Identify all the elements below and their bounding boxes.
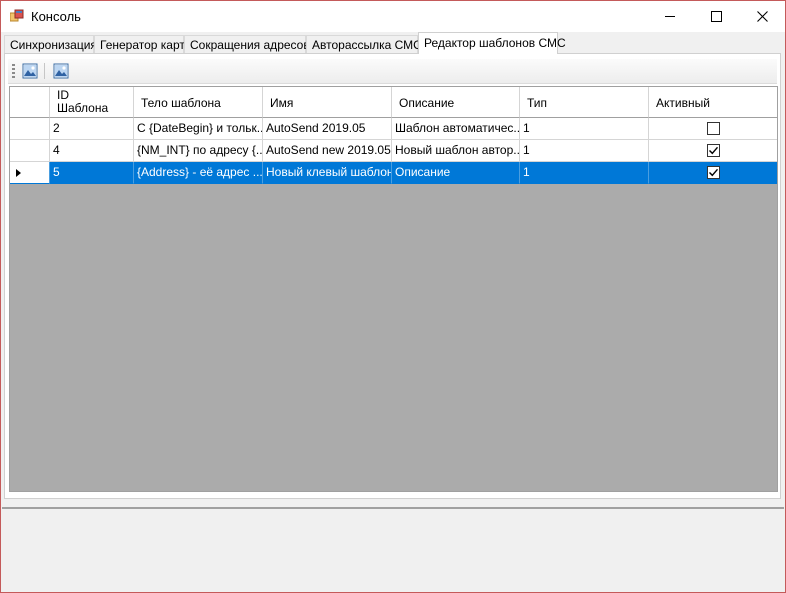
cell-name[interactable]: AutoSend 2019.05 — [263, 118, 392, 140]
cell-id[interactable]: 5 — [50, 162, 134, 184]
current-row-arrow-icon — [16, 169, 21, 177]
maximize-button[interactable] — [693, 1, 739, 32]
toolbar-button-1[interactable] — [20, 61, 40, 81]
tab-strip: Синхронизация Генератор карт Сокращения … — [1, 32, 785, 54]
tab-auto-sms[interactable]: Авторассылка СМС — [306, 35, 422, 53]
cell-active[interactable] — [649, 162, 777, 184]
cell-body[interactable]: С {DateBegin} и тольк... — [134, 118, 263, 140]
cell-description[interactable]: Шаблон автоматичес... — [392, 118, 520, 140]
table-row-selected[interactable]: 5 {Address} - её адрес ... Новый клевый … — [10, 162, 777, 184]
header-type[interactable]: Тип — [520, 87, 649, 118]
grid-header: ID Шаблона Тело шаблона Имя Описание Тип… — [10, 87, 777, 118]
cell-id[interactable]: 2 — [50, 118, 134, 140]
header-id[interactable]: ID Шаблона — [50, 87, 134, 118]
cell-body[interactable]: {NM_INT} по адресу {... — [134, 140, 263, 162]
minimize-button[interactable] — [647, 1, 693, 32]
cell-id[interactable]: 4 — [50, 140, 134, 162]
image-icon — [53, 63, 69, 79]
header-active[interactable]: Активный — [649, 87, 777, 118]
toolbar-grip[interactable] — [12, 64, 15, 78]
maximize-icon — [710, 11, 722, 22]
cell-description[interactable]: Описание — [392, 162, 520, 184]
header-id-line2: Шаблона — [57, 101, 109, 115]
cell-type[interactable]: 1 — [520, 118, 649, 140]
cell-type[interactable]: 1 — [520, 140, 649, 162]
cell-active[interactable] — [649, 118, 777, 140]
table-row[interactable]: 4 {NM_INT} по адресу {... AutoSend new 2… — [10, 140, 777, 162]
cell-description[interactable]: Новый шаблон автор... — [392, 140, 520, 162]
active-checkbox[interactable] — [707, 144, 720, 157]
active-checkbox[interactable] — [707, 122, 720, 135]
header-name[interactable]: Имя — [263, 87, 392, 118]
title-bar[interactable]: Консоль — [1, 1, 785, 32]
tab-sms-template-editor[interactable]: Редактор шаблонов СМС — [418, 32, 566, 54]
toolbar — [8, 59, 777, 84]
minimize-icon — [665, 16, 675, 17]
row-header[interactable] — [10, 140, 50, 162]
window-title: Консоль — [31, 9, 81, 24]
tab-sync[interactable]: Синхронизация — [4, 35, 97, 53]
close-button[interactable] — [739, 1, 785, 32]
checkmark-icon — [709, 168, 719, 177]
cell-type[interactable]: 1 — [520, 162, 649, 184]
cell-active[interactable] — [649, 140, 777, 162]
table-row[interactable]: 2 С {DateBegin} и тольк... AutoSend 2019… — [10, 118, 777, 140]
row-header[interactable] — [10, 162, 50, 184]
main-window: Консоль Синхронизация Генератор карт Сок… — [0, 0, 786, 593]
cell-name[interactable]: AutoSend new 2019.05 — [263, 140, 392, 162]
cell-name[interactable]: Новый клевый шаблон — [263, 162, 392, 184]
header-body[interactable]: Тело шаблона — [134, 87, 263, 118]
tab-card-generator[interactable]: Генератор карт — [94, 35, 185, 53]
toolbar-button-2[interactable] — [51, 61, 71, 81]
header-description[interactable]: Описание — [392, 87, 520, 118]
cell-body[interactable]: {Address} - её адрес ... — [134, 162, 263, 184]
row-header[interactable] — [10, 118, 50, 140]
toolbar-separator — [44, 63, 45, 79]
header-corner[interactable] — [10, 87, 50, 118]
header-id-text: ID Шаблона — [57, 89, 108, 115]
bottom-panel — [2, 507, 784, 591]
templates-grid[interactable]: ID Шаблона Тело шаблона Имя Описание Тип… — [9, 86, 778, 492]
active-checkbox[interactable] — [707, 166, 720, 179]
app-window-icon — [10, 9, 24, 22]
tab-address-abbreviations[interactable]: Сокращения адресов — [184, 35, 310, 53]
checkmark-icon — [709, 146, 719, 155]
close-icon — [756, 11, 768, 22]
tab-page-sms-templates: ID Шаблона Тело шаблона Имя Описание Тип… — [4, 53, 781, 499]
image-icon — [22, 63, 38, 79]
